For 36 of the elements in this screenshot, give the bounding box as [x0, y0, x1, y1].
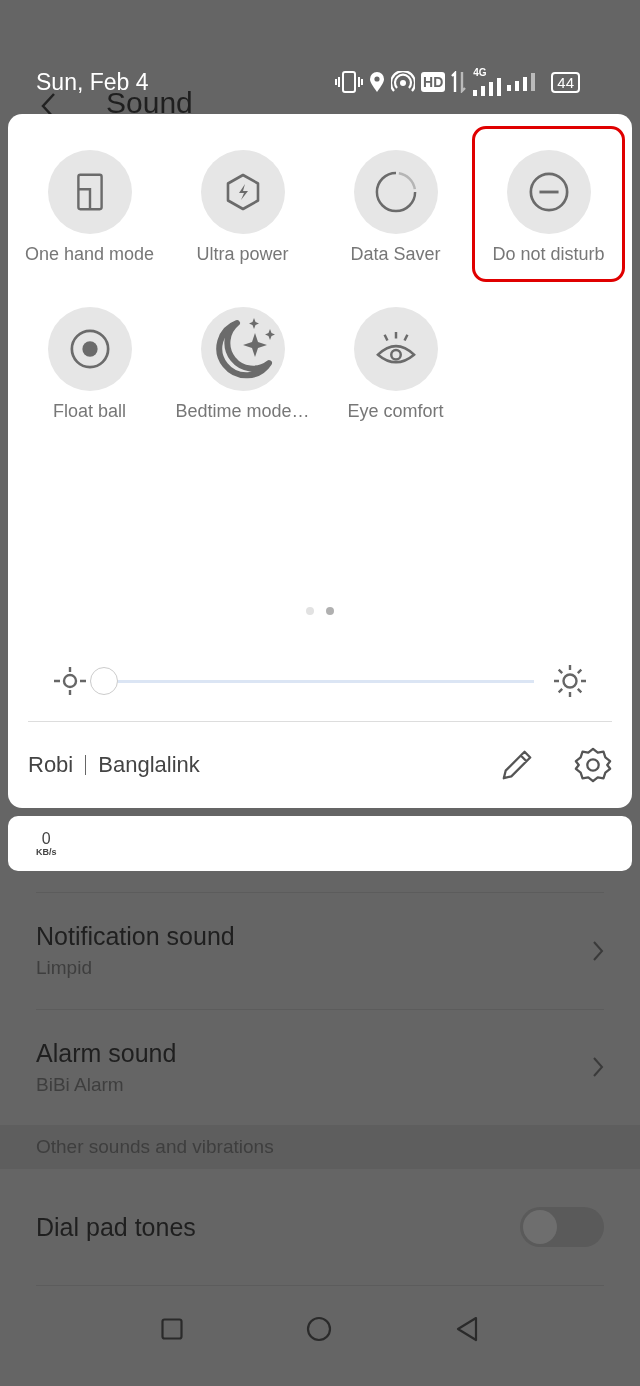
- signal-icon: [507, 71, 536, 93]
- tile-label: Eye comfort: [347, 401, 444, 422]
- speed-unit: KB/s: [36, 846, 57, 857]
- ring-icon: [374, 171, 417, 213]
- speed-value: 0: [41, 830, 51, 847]
- tile-label: Float ball: [52, 401, 126, 422]
- setting-title: Dial pad tones: [36, 1212, 196, 1242]
- setting-title[interactable]: Notification sound: [36, 922, 235, 952]
- setting-title[interactable]: Alarm sound: [36, 1038, 177, 1068]
- tile-label: One hand mode: [24, 244, 155, 265]
- chevron-icon: [592, 1056, 604, 1079]
- dot-circle-icon: [68, 328, 111, 370]
- brightness-high-icon: [552, 663, 588, 699]
- chevron-icon: [592, 939, 604, 962]
- signal-icon: [473, 78, 502, 96]
- minus-circle-icon: [527, 171, 570, 213]
- location-icon: [369, 71, 386, 93]
- battery-indicator: 44: [551, 71, 580, 93]
- brightness-low-icon: [52, 665, 88, 697]
- tile-label: Data Saver: [350, 244, 441, 265]
- settings-icon[interactable]: [574, 746, 612, 784]
- vibrate-icon: [335, 71, 364, 93]
- home-icon[interactable]: [306, 1316, 332, 1343]
- carrier-name: Banglalink: [98, 752, 200, 778]
- hd-badge: HD: [421, 72, 446, 92]
- slider-thumb[interactable]: [90, 667, 118, 695]
- carrier-name: Robi: [28, 752, 74, 778]
- recents-icon[interactable]: [161, 1318, 184, 1341]
- tile-label: Do not disturb: [492, 244, 605, 265]
- edit-icon[interactable]: [500, 748, 534, 782]
- tile-label: Ultra power: [196, 244, 289, 265]
- brightness-slider[interactable]: [90, 667, 534, 695]
- phone-layout-icon: [76, 173, 103, 211]
- tile-label: Bedtime mode…: [175, 401, 310, 422]
- network-type: 4G: [473, 68, 487, 78]
- hotspot-icon: [391, 71, 416, 93]
